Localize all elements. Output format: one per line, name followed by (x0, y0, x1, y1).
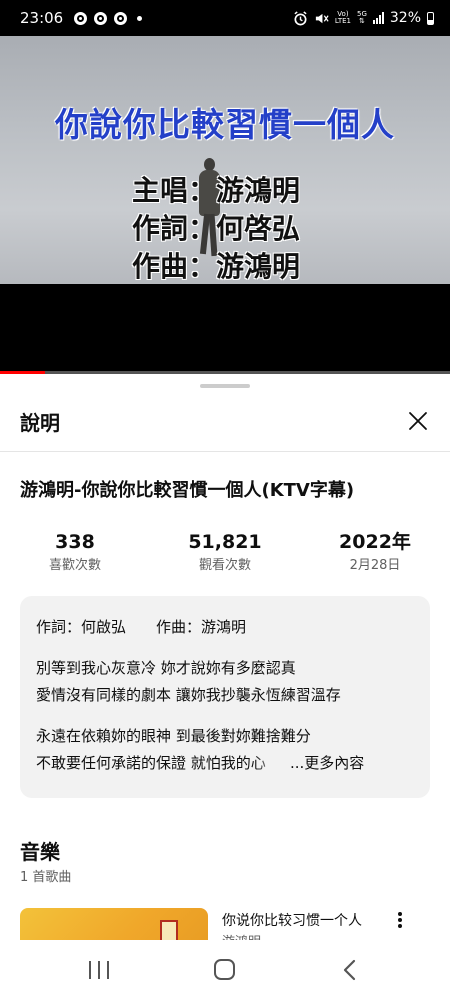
video-stats: 338 喜歡次數 51,821 觀看次數 2022年 2月28日 (0, 528, 450, 576)
screen: 23:06 Vo) LTE1 5G ⇅ 32% 你說你比較習慣一個人 主唱：游鴻… (0, 0, 450, 1000)
data-arrows-icon: ⇅ (358, 17, 365, 25)
likes-label: 喜歡次數 (48, 558, 101, 573)
credit-lyricist: 作詞：何啓弘 (132, 212, 301, 245)
upload-year: 2022年 (339, 531, 411, 553)
system-nav-bar (0, 940, 450, 1000)
description-line: 愛情沒有同樣的劇本 讓妳我抄襲永恆練習溫存 (36, 686, 341, 704)
likes-count: 338 (55, 531, 95, 553)
views-count: 51,821 (188, 531, 262, 553)
sheet-header: 說明 (0, 396, 450, 446)
description-last-row: 不敢要任何承諾的保證 就怕我的心 ...更多內容 (36, 750, 414, 777)
signal-icon (372, 12, 384, 24)
show-more-link[interactable]: ...更多內容 (290, 750, 364, 777)
header-divider (0, 451, 450, 452)
video-name: 游鴻明-你說你比較習慣一個人(KTV字幕) (20, 480, 355, 501)
alarm-icon (294, 10, 307, 25)
sheet-drag-handle[interactable] (200, 384, 250, 388)
more-options-icon[interactable] (392, 910, 408, 930)
recent-apps-icon[interactable] (89, 961, 109, 979)
video-letterbox (0, 284, 450, 374)
description-sheet: 說明 游鴻明-你說你比較習慣一個人(KTV字幕) 338 喜歡次數 51,821… (0, 374, 450, 948)
status-bar: 23:06 Vo) LTE1 5G ⇅ 32% (0, 0, 450, 36)
more-notifications-dot-icon (137, 15, 143, 21)
back-icon[interactable] (342, 959, 358, 981)
description-line: 別等到我心灰意冷 妳才說妳有多麼認真 (36, 659, 296, 677)
chrome-notification-icon (74, 11, 88, 25)
chrome-notification-icon (114, 11, 128, 25)
views-label: 觀看次數 (198, 558, 251, 573)
status-time: 23:06 (20, 9, 64, 27)
battery-icon (427, 11, 434, 25)
volte-indicator: Vo) LTE1 (335, 11, 351, 25)
home-icon[interactable] (214, 959, 235, 980)
upload-date: 2月28日 (349, 558, 401, 573)
credit-composer: 作曲：游鴻明 (132, 250, 301, 283)
mute-icon (315, 13, 329, 23)
description-line: 永遠在依賴妳的眼神 到最後對妳難捨難分 (36, 727, 311, 745)
credit-singer: 主唱：游鴻明 (132, 174, 301, 207)
description-credits: 作詞：何啟弘 作曲：游鴻明 (36, 618, 247, 636)
description-box[interactable]: 作詞：何啟弘 作曲：游鴻明 別等到我心灰意冷 妳才說妳有多麼認真 愛情沒有同樣的… (20, 596, 430, 798)
close-icon[interactable] (404, 407, 432, 435)
likes-stat: 338 喜歡次數 (0, 528, 150, 576)
chrome-notification-icon (94, 11, 108, 25)
status-left: 23:06 (20, 9, 143, 27)
video-credits: 主唱：游鴻明 作詞：何啓弘 作曲：游鴻明 (132, 172, 300, 284)
music-section-title: 音樂 (20, 840, 60, 864)
5g-indicator: 5G ⇅ (357, 11, 367, 25)
views-stat: 51,821 觀看次數 (150, 528, 300, 576)
music-song-count: 1 首歌曲 (20, 870, 72, 885)
description-line: 不敢要任何承諾的保證 就怕我的心 (36, 754, 266, 772)
date-stat: 2022年 2月28日 (300, 528, 450, 576)
lte-label: LTE1 (334, 17, 351, 25)
video-player[interactable]: 你說你比較習慣一個人 主唱：游鴻明 作詞：何啓弘 作曲：游鴻明 (0, 36, 450, 284)
sheet-title: 說明 (20, 410, 60, 435)
battery-percent: 32% (389, 10, 421, 26)
song-title[interactable]: 你说你比较习惯一个人 (222, 910, 362, 930)
status-right: Vo) LTE1 5G ⇅ 32% (293, 10, 434, 26)
video-overlay-title: 你說你比較習慣一個人 (55, 105, 395, 144)
